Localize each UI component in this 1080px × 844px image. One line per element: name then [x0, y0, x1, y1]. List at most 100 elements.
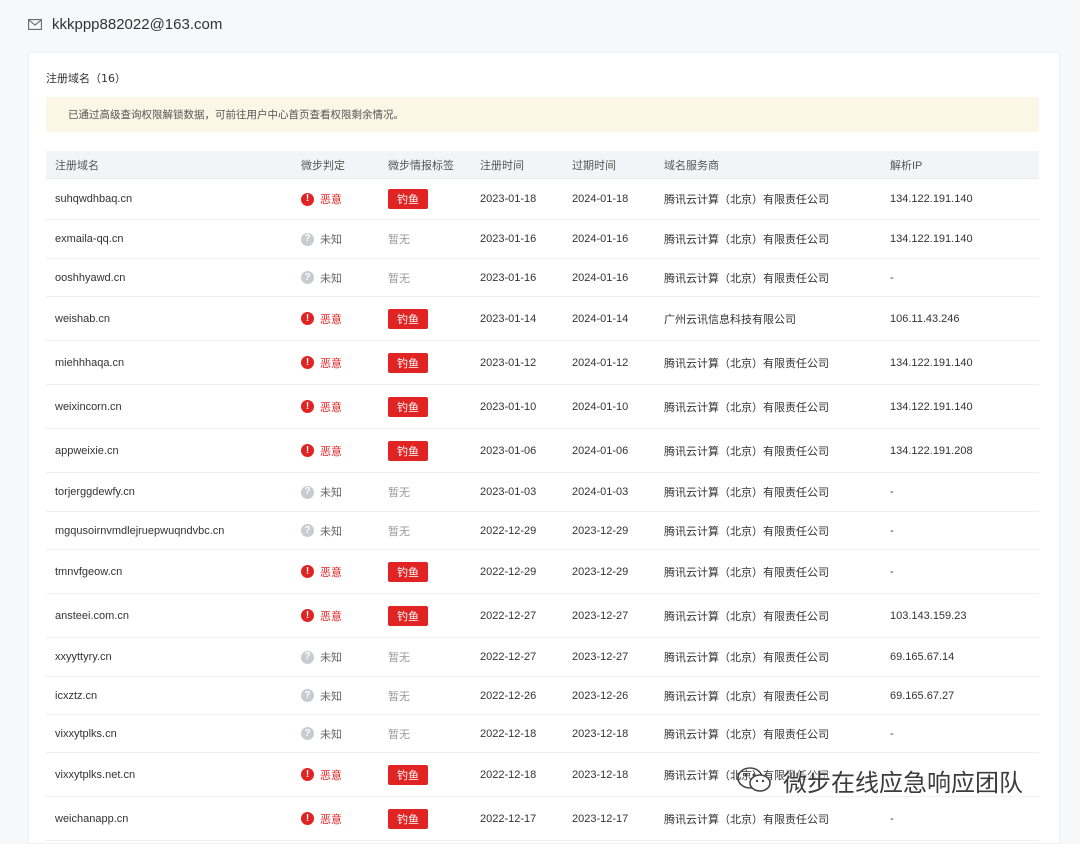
- judge-cell: ! 恶意: [301, 564, 388, 580]
- domain-cell[interactable]: ansteei.com.cn: [46, 610, 301, 622]
- domain-cell[interactable]: xxyyttyry.cn: [46, 651, 301, 663]
- exp-date-cell: 2024-01-14: [572, 312, 629, 325]
- exp-date-cell: 2023-12-18: [572, 727, 629, 740]
- registrar-cell: 腾讯云计算（北京）有限责任公司: [664, 356, 829, 370]
- question-icon: ?: [301, 524, 314, 537]
- tag-cell: 暂无: [388, 688, 480, 704]
- reg-date-cell: 2023-01-16: [480, 271, 537, 284]
- wechat-icon: [737, 767, 771, 792]
- threat-tag: 钓鱼: [388, 189, 428, 209]
- ip-cell[interactable]: 134.122.191.208: [890, 445, 1039, 457]
- threat-tag: 钓鱼: [388, 440, 428, 461]
- domain-cell[interactable]: ooshhyawd.cn: [46, 272, 301, 284]
- reg-date-cell: 2022-12-18: [480, 768, 537, 781]
- judge-cell: ? 未知: [301, 484, 388, 500]
- domain-cell[interactable]: vixxytplks.cn: [46, 728, 301, 740]
- judge-cell: ? 未知: [301, 688, 388, 704]
- table-row[interactable]: tmnvfgeow.cn! 恶意 钓鱼 2022-12-29 2023-12-29 腾讯云…: [46, 550, 1039, 594]
- ip-cell[interactable]: 69.165.67.27: [890, 690, 1039, 702]
- table-row[interactable]: torjerggdewfy.cn? 未知 暂无 2023-01-03 2024-01-0…: [46, 473, 1039, 512]
- tag-cell: 钓鱼: [388, 440, 480, 461]
- domain-cell[interactable]: vixxytplks.net.cn: [46, 769, 301, 781]
- registrar-cell: 腾讯云计算（北京）有限责任公司: [664, 812, 829, 826]
- table-row[interactable]: weishab.cn! 恶意 钓鱼 2023-01-14 2024-01-14 广州云讯信…: [46, 297, 1039, 341]
- registrar-cell: 腾讯云计算（北京）有限责任公司: [664, 444, 829, 458]
- judge-cell: ? 未知: [301, 726, 388, 742]
- question-icon: ?: [301, 650, 314, 664]
- tag-cell: 暂无: [388, 231, 480, 247]
- question-icon: ?: [301, 727, 314, 740]
- reg-date-cell: 2023-01-10: [480, 400, 537, 413]
- ip-cell[interactable]: 134.122.191.140: [890, 357, 1039, 369]
- table-row[interactable]: weichanapp.cn! 恶意 钓鱼 2022-12-17 2023-12-17 腾讯…: [46, 797, 1039, 841]
- domains-table: 注册域名 微步判定 微步情报标签 注册时间 过期时间 域名服务商 解析IP su…: [46, 151, 1039, 841]
- col-header-judge: 微步判定: [301, 158, 345, 172]
- ip-cell[interactable]: -: [890, 525, 1039, 537]
- question-icon: ?: [301, 271, 314, 284]
- alert-icon: !: [301, 565, 314, 578]
- table-row[interactable]: exmaila-qq.cn? 未知 暂无 2023-01-16 2024-01-16 腾讯…: [46, 220, 1039, 259]
- col-header-isp: 域名服务商: [664, 158, 719, 172]
- domain-cell[interactable]: miehhhaqa.cn: [46, 357, 301, 369]
- domain-cell[interactable]: tmnvfgeow.cn: [46, 566, 301, 578]
- ip-cell[interactable]: 134.122.191.140: [890, 193, 1039, 205]
- judge-cell: ? 未知: [301, 231, 388, 247]
- threat-tag: 钓鱼: [388, 561, 428, 582]
- exp-date-cell: 2023-12-17: [572, 812, 629, 825]
- tag-cell: 钓鱼: [388, 561, 480, 582]
- mail-icon: [28, 18, 42, 30]
- reg-date-cell: 2022-12-26: [480, 689, 537, 702]
- ip-cell[interactable]: 103.143.159.23: [890, 610, 1039, 622]
- domain-cell[interactable]: suhqwdhbaq.cn: [46, 193, 301, 205]
- domain-cell[interactable]: mgqusoirnvmdlejruepwuqndvbc.cn: [46, 525, 301, 537]
- ip-cell[interactable]: -: [890, 728, 1039, 740]
- question-icon: ?: [301, 689, 314, 702]
- domain-cell[interactable]: torjerggdewfy.cn: [46, 486, 301, 498]
- table-row[interactable]: miehhhaqa.cn! 恶意 钓鱼 2023-01-12 2024-01-12 腾讯云…: [46, 341, 1039, 385]
- tag-none-label: 暂无: [388, 689, 410, 703]
- table-row[interactable]: mgqusoirnvmdlejruepwuqndvbc.cn? 未知 暂无 2022-…: [46, 512, 1039, 550]
- ip-cell[interactable]: 134.122.191.140: [890, 401, 1039, 413]
- domain-cell[interactable]: icxztz.cn: [46, 690, 301, 702]
- col-header-tag: 微步情报标签: [388, 158, 454, 172]
- judge-cell: ! 恶意: [301, 191, 388, 207]
- tag-cell: 暂无: [388, 270, 480, 286]
- domain-cell[interactable]: weishab.cn: [46, 313, 301, 325]
- ip-cell[interactable]: 134.122.191.140: [890, 233, 1039, 245]
- ip-cell[interactable]: -: [890, 486, 1039, 498]
- alert-icon: !: [301, 768, 314, 781]
- tag-cell: 钓鱼: [388, 764, 480, 785]
- domain-cell[interactable]: weichanapp.cn: [46, 813, 301, 825]
- alert-icon: !: [301, 400, 314, 413]
- table-row[interactable]: appweixie.cn! 恶意 钓鱼 2023-01-06 2024-01-06 腾讯云…: [46, 429, 1039, 473]
- tag-cell: 暂无: [388, 523, 480, 539]
- registrar-cell: 腾讯云计算（北京）有限责任公司: [664, 233, 829, 246]
- reg-date-cell: 2023-01-12: [480, 356, 537, 369]
- table-row[interactable]: icxztz.cn? 未知 暂无 2022-12-26 2023-12-26 腾讯云计算（…: [46, 677, 1039, 715]
- domain-cell[interactable]: weixincorn.cn: [46, 401, 301, 413]
- judge-label: 未知: [320, 524, 342, 538]
- ip-cell[interactable]: 106.11.43.246: [890, 313, 1039, 325]
- reg-date-cell: 2023-01-06: [480, 444, 537, 457]
- judge-cell: ! 恶意: [301, 767, 388, 783]
- table-row[interactable]: weixincorn.cn! 恶意 钓鱼 2023-01-10 2024-01-10 腾讯…: [46, 385, 1039, 429]
- judge-label: 恶意: [320, 812, 342, 826]
- domain-cell[interactable]: exmaila-qq.cn: [46, 233, 301, 245]
- table-row[interactable]: ooshhyawd.cn? 未知 暂无 2023-01-16 2024-01-16 腾讯云…: [46, 259, 1039, 297]
- ip-cell[interactable]: -: [890, 566, 1039, 578]
- alert-icon: !: [301, 444, 314, 457]
- ip-cell[interactable]: -: [890, 272, 1039, 284]
- table-row[interactable]: vixxytplks.cn? 未知 暂无 2022-12-18 2023-12-18 腾讯…: [46, 715, 1039, 753]
- alert-icon: !: [301, 356, 314, 369]
- table-row[interactable]: suhqwdhbaq.cn! 恶意 钓鱼 2023-01-18 2024-01-18 腾讯…: [46, 179, 1039, 220]
- registrar-cell: 腾讯云计算（北京）有限责任公司: [664, 651, 829, 664]
- table-row[interactable]: xxyyttyry.cn? 未知 暂无 2022-12-27 2023-12-27 腾讯云…: [46, 638, 1039, 677]
- threat-tag: 钓鱼: [388, 605, 428, 626]
- table-row[interactable]: ansteei.com.cn! 恶意 钓鱼 2022-12-27 2023-12-27 腾…: [46, 594, 1039, 638]
- ip-cell[interactable]: 69.165.67.14: [890, 651, 1039, 663]
- domain-cell[interactable]: appweixie.cn: [46, 445, 301, 457]
- tag-cell: 钓鱼: [388, 808, 480, 829]
- ip-cell[interactable]: -: [890, 813, 1039, 825]
- tag-cell: 钓鱼: [388, 605, 480, 626]
- alert-icon: !: [301, 609, 314, 622]
